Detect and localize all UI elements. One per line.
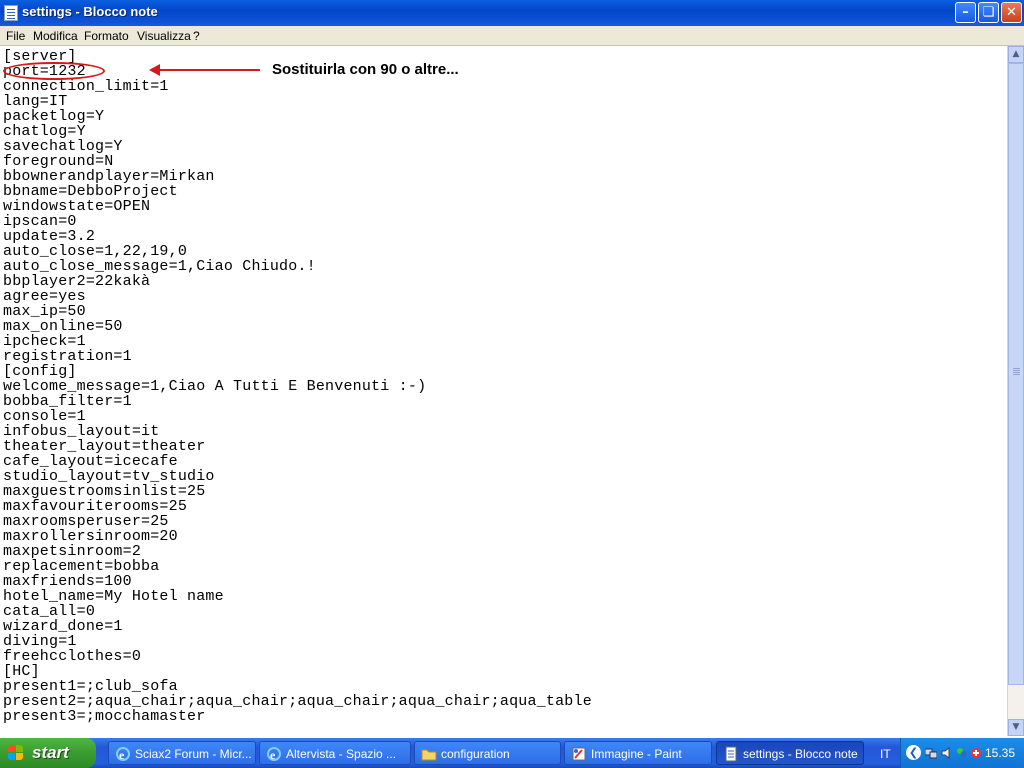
text-line: replacement=bobba bbox=[3, 558, 160, 575]
text-line: max_ip=50 bbox=[3, 303, 86, 320]
text-line: maxguestroomsinlist=25 bbox=[3, 483, 206, 500]
text-line: auto_close_message=1,Ciao Chiudo.! bbox=[3, 258, 316, 275]
text-line: maxpetsinroom=2 bbox=[3, 543, 142, 560]
start-button[interactable]: start bbox=[0, 738, 96, 768]
text-line: present1=;club_sofa bbox=[3, 678, 178, 695]
text-line: bbownerandplayer=Mirkan bbox=[3, 168, 215, 185]
task-label: Sciax2 Forum - Micr... bbox=[135, 747, 252, 761]
minimize-button[interactable]: – bbox=[955, 2, 976, 23]
task-sciax2-forum[interactable]: e Sciax2 Forum - Micr... bbox=[108, 741, 256, 765]
close-button[interactable]: ✕ bbox=[1001, 2, 1022, 23]
scroll-up-button[interactable]: ▲ bbox=[1008, 46, 1024, 63]
title-bar[interactable]: settings - Blocco note – ❏ ✕ bbox=[0, 0, 1024, 26]
text-line: cafe_layout=icecafe bbox=[3, 453, 178, 470]
volume-icon[interactable] bbox=[941, 746, 953, 759]
menu-visualizza[interactable]: Visualizza bbox=[137, 29, 191, 43]
text-line: agree=yes bbox=[3, 288, 86, 305]
text-line: maxroomsperuser=25 bbox=[3, 513, 169, 530]
notepad-icon bbox=[723, 746, 739, 762]
maximize-button[interactable]: ❏ bbox=[978, 2, 999, 23]
security-icon[interactable] bbox=[970, 746, 982, 758]
folder-icon bbox=[421, 746, 437, 762]
text-line: connection_limit=1 bbox=[3, 78, 169, 95]
windows-logo-icon bbox=[8, 745, 24, 761]
text-line: hotel_name=My Hotel name bbox=[3, 588, 224, 605]
text-line: cata_all=0 bbox=[3, 603, 96, 620]
menu-bar: File Modifica Formato Visualizza ? bbox=[0, 26, 1024, 46]
window-title: settings - Blocco note bbox=[22, 4, 158, 19]
paint-icon bbox=[571, 746, 587, 762]
text-line: console=1 bbox=[3, 408, 86, 425]
clock: 15.35 bbox=[985, 746, 1016, 760]
text-line: maxfriends=100 bbox=[3, 573, 132, 590]
text-line: wizard_done=1 bbox=[3, 618, 123, 635]
task-label: configuration bbox=[441, 747, 510, 761]
annotation-arrow bbox=[158, 69, 260, 71]
internet-explorer-icon: e bbox=[266, 746, 282, 762]
task-altervista[interactable]: e Altervista - Spazio ... bbox=[259, 741, 411, 765]
vertical-scrollbar[interactable]: ▲ ▼ bbox=[1007, 46, 1024, 736]
text-line: freehcclothes=0 bbox=[3, 648, 142, 665]
menu-file[interactable]: File bbox=[6, 29, 25, 43]
text-line: bobba_filter=1 bbox=[3, 393, 132, 410]
text-line: diving=1 bbox=[3, 633, 77, 650]
system-tray: ❮ 15.35 bbox=[900, 738, 1024, 768]
text-line: present3=;mocchamaster bbox=[3, 708, 206, 725]
text-line: present2=;aqua_chair;aqua_chair;aqua_cha… bbox=[3, 693, 592, 710]
text-line: [HC] bbox=[3, 663, 40, 680]
task-paint[interactable]: Immagine - Paint bbox=[564, 741, 712, 765]
text-line: windowstate=OPEN bbox=[3, 198, 151, 215]
text-line: foreground=N bbox=[3, 153, 114, 170]
menu-help[interactable]: ? bbox=[193, 29, 200, 43]
task-label: Immagine - Paint bbox=[591, 747, 682, 761]
text-line: max_online=50 bbox=[3, 318, 123, 335]
text-line: lang=IT bbox=[3, 93, 68, 110]
taskbar: start e Sciax2 Forum - Micr... e Altervi… bbox=[0, 738, 1024, 768]
start-label: start bbox=[32, 743, 69, 762]
highlight-ellipse bbox=[3, 62, 105, 80]
messenger-icon[interactable] bbox=[956, 746, 968, 758]
text-line: ipscan=0 bbox=[3, 213, 77, 230]
task-label: settings - Blocco note bbox=[743, 747, 858, 761]
task-notepad-settings[interactable]: settings - Blocco note bbox=[716, 741, 864, 765]
text-line: maxfavouriterooms=25 bbox=[3, 498, 188, 515]
svg-text:e: e bbox=[119, 748, 125, 762]
text-line: bbplayer2=22kakà bbox=[3, 273, 151, 290]
text-line: chatlog=Y bbox=[3, 123, 86, 140]
text-line: infobus_layout=it bbox=[3, 423, 160, 440]
text-line: update=3.2 bbox=[3, 228, 96, 245]
text-line: savechatlog=Y bbox=[3, 138, 123, 155]
text-line: auto_close=1,22,19,0 bbox=[3, 243, 188, 260]
task-configuration[interactable]: configuration bbox=[414, 741, 561, 765]
text-line: studio_layout=tv_studio bbox=[3, 468, 215, 485]
chevron-left-icon[interactable]: ❮ bbox=[906, 745, 921, 760]
text-line: registration=1 bbox=[3, 348, 132, 365]
text-line: packetlog=Y bbox=[3, 108, 105, 125]
task-label: Altervista - Spazio ... bbox=[286, 747, 397, 761]
network-icon[interactable] bbox=[924, 746, 938, 759]
text-line: ipcheck=1 bbox=[3, 333, 86, 350]
menu-formato[interactable]: Formato bbox=[84, 29, 129, 43]
scrollbar-thumb[interactable] bbox=[1008, 63, 1024, 685]
notepad-icon bbox=[4, 5, 18, 21]
menu-modifica[interactable]: Modifica bbox=[33, 29, 78, 43]
text-line: bbname=DebboProject bbox=[3, 183, 178, 200]
text-line: welcome_message=1,Ciao A Tutti E Benvenu… bbox=[3, 378, 427, 395]
text-line: [config] bbox=[3, 363, 77, 380]
svg-text:e: e bbox=[270, 748, 276, 762]
annotation-text: Sostituirla con 90 o altre... bbox=[272, 61, 459, 78]
text-editor[interactable]: [server] port=1232 connection_limit=1 lang=… bbox=[0, 46, 1007, 736]
scroll-down-button[interactable]: ▼ bbox=[1008, 719, 1024, 736]
text-line: theater_layout=theater bbox=[3, 438, 206, 455]
text-line: maxrollersinroom=20 bbox=[3, 528, 178, 545]
language-indicator[interactable]: IT bbox=[880, 747, 891, 761]
internet-explorer-icon: e bbox=[115, 746, 131, 762]
